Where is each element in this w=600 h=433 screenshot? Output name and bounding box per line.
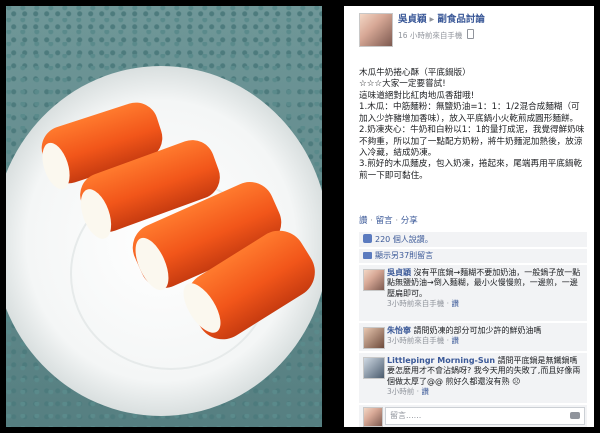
- comment-meta: 3小時前來自手機 · 讚: [387, 299, 459, 309]
- author-avatar[interactable]: [359, 13, 393, 47]
- post-header: 吳貞穎 ▸ 副食品討論: [398, 14, 588, 27]
- thumbs-up-icon: [363, 234, 372, 243]
- commenter-name[interactable]: 吳貞穎: [387, 268, 411, 277]
- post-body: 木瓜牛奶捲心酥（平底鍋版） ☆☆☆大家一定要嘗試! 這味道絕對比紅肉地瓜香甜哦!…: [359, 68, 587, 182]
- likes-bar: 220 個人說讚。: [359, 232, 587, 247]
- author-name[interactable]: 吳貞穎: [398, 14, 427, 25]
- camera-icon[interactable]: [570, 412, 580, 419]
- papaya-rolls-image: [6, 66, 322, 416]
- comment-time[interactable]: 3小時前來自手機: [387, 299, 444, 308]
- post-step: 3.煎好的木瓜麵皮，包入奶凍，捲起來，尾端再用平底鍋乾煎一下即可黏住。: [359, 159, 583, 181]
- separator: ·: [395, 216, 399, 226]
- comment-item: 吳貞穎 沒有平底鍋→麵糊不要加奶油，一般鍋子放一點點無鹽奶油→倒入麵糊，最小火慢…: [359, 265, 587, 321]
- comment-like-button[interactable]: 讚: [451, 299, 459, 308]
- comment-like-button[interactable]: 讚: [421, 387, 429, 396]
- comment-text: 請問奶凍的部分可加少許的鮮奶油嗎: [413, 326, 542, 335]
- view-more-comments[interactable]: 顯示另37則留言: [375, 251, 433, 260]
- arrow-icon: ▸: [429, 14, 435, 25]
- separator: ·: [370, 216, 373, 226]
- post-step: 1.木瓜：中筋麵粉：無鹽奶油=1：1：1/2混合成麵糊（可加入少許豬增加香味），…: [359, 102, 580, 124]
- post-step: 2.奶凍夾心：牛奶和白粉以1：1的量打成泥，我覺得鮮奶味不夠重，所以加了一點配方…: [359, 125, 585, 158]
- mobile-icon: [466, 29, 474, 39]
- post-actions: 讚 · 留言 · 分享: [359, 216, 418, 227]
- comment-time[interactable]: 3小時前: [387, 387, 414, 396]
- post-title: 木瓜牛奶捲心酥（平底鍋版）: [359, 68, 471, 78]
- post-time[interactable]: 16 小時前來自手機: [398, 31, 462, 40]
- comment-button[interactable]: 留言: [376, 216, 393, 226]
- comment-composer: 留言......: [359, 405, 587, 427]
- commenter-name[interactable]: 朱怡寧: [387, 326, 411, 335]
- likes-count[interactable]: 220 個人說讚。: [375, 235, 433, 244]
- comment-item: Littlepingr Morning-Sun 請問平底鍋是無鐵鍋嗎要怎麼用才不…: [359, 353, 587, 403]
- commenter-avatar[interactable]: [363, 269, 385, 291]
- comment-placeholder: 留言......: [390, 411, 422, 420]
- commenter-avatar[interactable]: [363, 327, 385, 349]
- comment-meta: 3小時前 · 讚: [387, 387, 429, 397]
- comment-text: 沒有平底鍋→麵糊不要加奶油，一般鍋子放一點點無鹽奶油→倒入麵糊，最小火慢慢煎，一…: [387, 268, 581, 298]
- my-avatar: [363, 407, 383, 427]
- commenter-avatar[interactable]: [363, 357, 385, 379]
- share-button[interactable]: 分享: [401, 216, 418, 226]
- commenter-name[interactable]: Littlepingr Morning-Sun: [387, 356, 495, 365]
- like-button[interactable]: 讚: [359, 216, 368, 226]
- post-meta: 16 小時前來自手機: [398, 29, 474, 41]
- smile-emoji: ☹: [512, 376, 521, 386]
- view-more-bar: 顯示另37則留言: [359, 249, 587, 263]
- food-photo: [6, 6, 322, 427]
- comment-meta: 3小時前來自手機 · 讚: [387, 336, 459, 346]
- comment-item: 朱怡寧 請問奶凍的部分可加少許的鮮奶油嗎 3小時前來自手機 · 讚: [359, 323, 587, 351]
- post-line: 這味道絕對比紅肉地瓜香甜哦!: [359, 90, 475, 101]
- comment-time[interactable]: 3小時前來自手機: [387, 336, 444, 345]
- comment-like-button[interactable]: 讚: [451, 336, 459, 345]
- comment-bubble-icon: [363, 252, 372, 259]
- post-line: ☆☆☆大家一定要嘗試!: [359, 79, 446, 90]
- group-link[interactable]: 副食品討論: [437, 14, 485, 25]
- comment-input[interactable]: 留言......: [385, 407, 585, 425]
- post-panel: 吳貞穎 ▸ 副食品討論 16 小時前來自手機 木瓜牛奶捲心酥（平底鍋版） ☆☆☆…: [344, 6, 594, 427]
